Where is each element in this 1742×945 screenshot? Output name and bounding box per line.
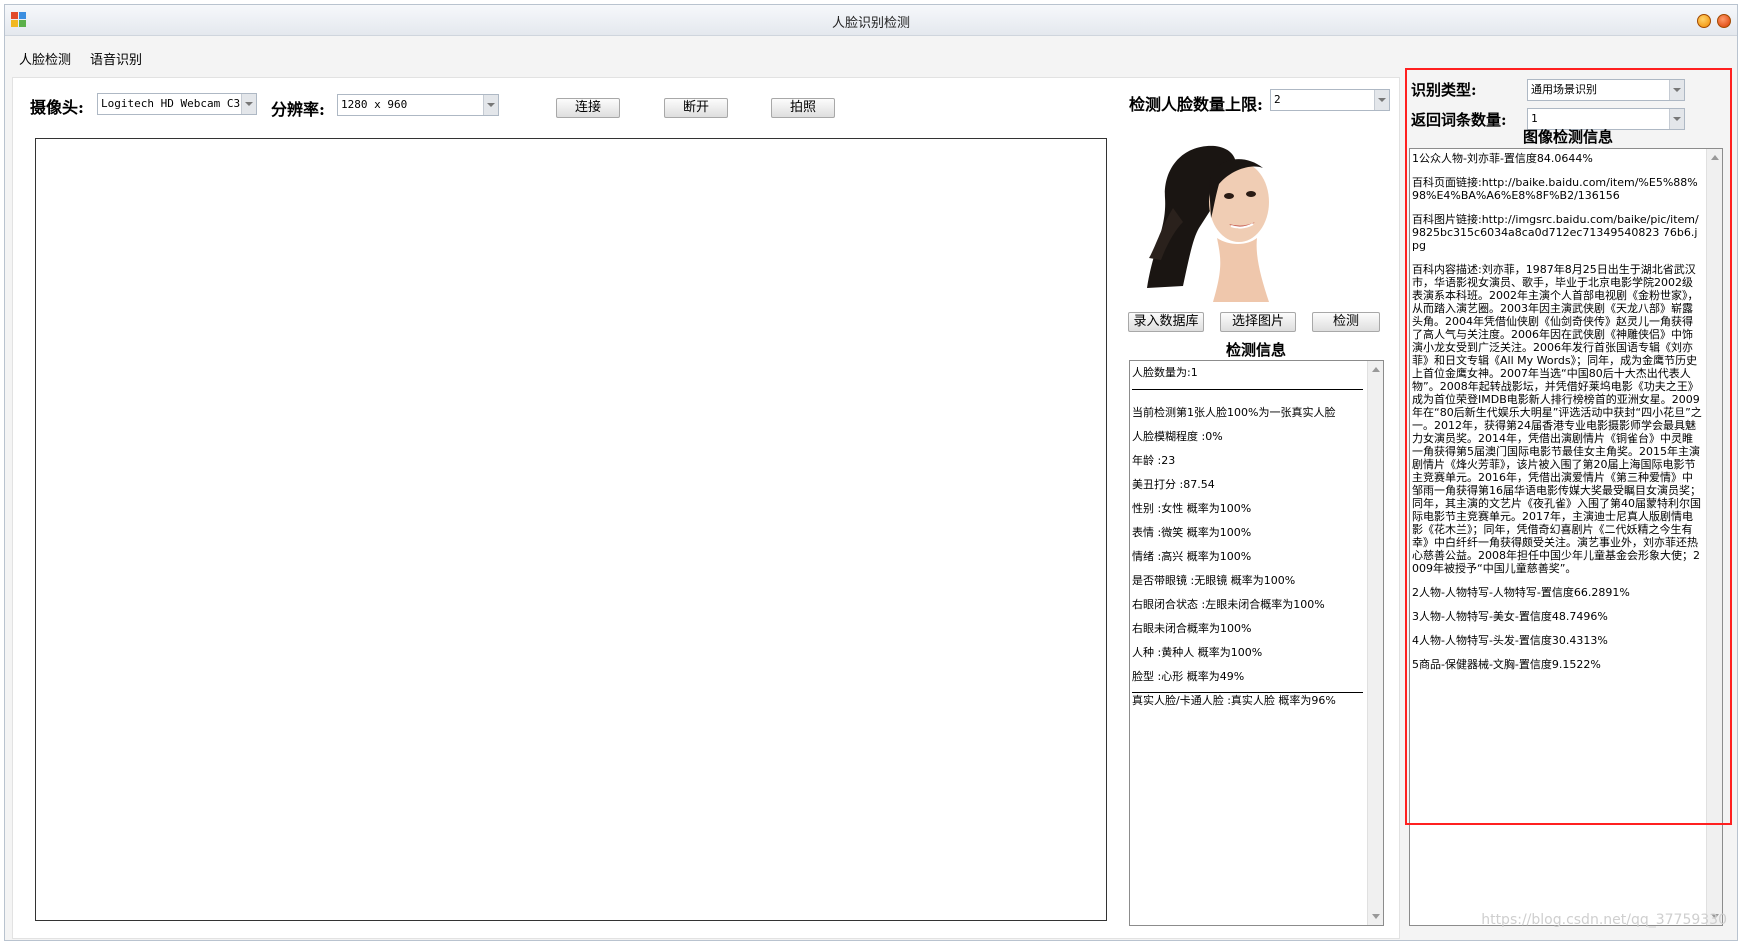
face-count-line: 人脸数量为:1 xyxy=(1132,366,1198,379)
detection-info-line: 年龄 :23 xyxy=(1132,454,1176,467)
camera-select[interactable]: Logitech HD Webcam C310 xyxy=(97,93,257,115)
window-title: 人脸识别检测 xyxy=(831,16,910,31)
separator xyxy=(1132,389,1363,390)
detection-info-line: 是否带眼镜 :无眼镜 概率为100% xyxy=(1132,574,1296,587)
detection-info-line: 人脸模糊程度 :0% xyxy=(1132,430,1223,443)
camera-label: 摄像头: xyxy=(30,98,84,117)
close-button[interactable] xyxy=(1717,14,1731,28)
detection-info-line: 人种 :黄种人 概率为100% xyxy=(1132,646,1263,659)
max-faces-label: 检测人脸数量上限: xyxy=(1129,95,1263,114)
register-database-button[interactable]: 录入数据库 xyxy=(1128,312,1204,332)
resolution-label: 分辨率: xyxy=(271,100,325,119)
menu-bar: 人脸检测 语音识别 xyxy=(5,45,1737,69)
max-faces-select[interactable]: 2 xyxy=(1270,89,1390,111)
highlight-box xyxy=(1405,68,1732,825)
menu-voice-recognition[interactable]: 语音识别 xyxy=(90,49,142,68)
detection-info-line: 情绪 :高兴 概率为100% xyxy=(1132,550,1252,563)
resolution-select[interactable]: 1280 x 960 xyxy=(337,94,499,116)
select-image-button[interactable]: 选择图片 xyxy=(1220,312,1296,332)
detection-info-line: 右眼未闭合概率为100% xyxy=(1132,622,1252,635)
chevron-down-icon xyxy=(483,95,498,115)
detection-info-line: 当前检测第1张人脸100%为一张真实人脸 xyxy=(1132,406,1336,419)
detection-info-line: 右眼闭合状态 :左眼未闭合概率为100% xyxy=(1132,598,1325,611)
detection-info-line: 真实人脸/卡通人脸 :真实人脸 概率为96% xyxy=(1132,694,1336,707)
chevron-down-icon xyxy=(241,94,256,114)
chevron-down-icon xyxy=(1374,90,1389,110)
resolution-value: 1280 x 960 xyxy=(341,98,408,111)
camera-value: Logitech HD Webcam C310 xyxy=(101,97,254,110)
face-photo xyxy=(1143,138,1299,302)
minimize-button[interactable] xyxy=(1697,14,1711,28)
max-faces-value: 2 xyxy=(1274,93,1281,106)
title-bar: 人脸识别检测 xyxy=(5,5,1737,36)
detection-info-title: 检测信息 xyxy=(1225,341,1286,359)
detect-button[interactable]: 检测 xyxy=(1312,312,1380,332)
capture-button[interactable]: 拍照 xyxy=(771,98,835,118)
separator xyxy=(1132,692,1363,693)
detection-info-box[interactable]: 人脸数量为:1 当前检测第1张人脸100%为一张真实人脸 人脸模糊程度 :0% 年龄… xyxy=(1129,360,1384,926)
detection-info-lines: 当前检测第1张人脸100%为一张真实人脸 人脸模糊程度 :0% 年龄 :23 美丑打分… xyxy=(1132,404,1365,716)
app-window: 人脸识别检测 人脸检测 语音识别 摄像头: Logitech HD Webcam… xyxy=(4,4,1738,941)
detection-info-line: 美丑打分 :87.54 xyxy=(1132,478,1215,491)
detection-info-line: 脸型 :心形 概率为49% xyxy=(1132,670,1245,683)
menu-face-detection[interactable]: 人脸检测 xyxy=(19,49,71,68)
watermark: https://blog.csdn.net/qq_37759330 xyxy=(1481,912,1727,928)
detection-info-line: 性别 :女性 概率为100% xyxy=(1132,502,1252,515)
scrollbar[interactable] xyxy=(1367,361,1383,925)
connect-button[interactable]: 连接 xyxy=(556,98,620,118)
detection-info-line: 表情 :微笑 概率为100% xyxy=(1132,526,1252,539)
disconnect-button[interactable]: 断开 xyxy=(664,98,728,118)
camera-preview xyxy=(35,138,1107,921)
